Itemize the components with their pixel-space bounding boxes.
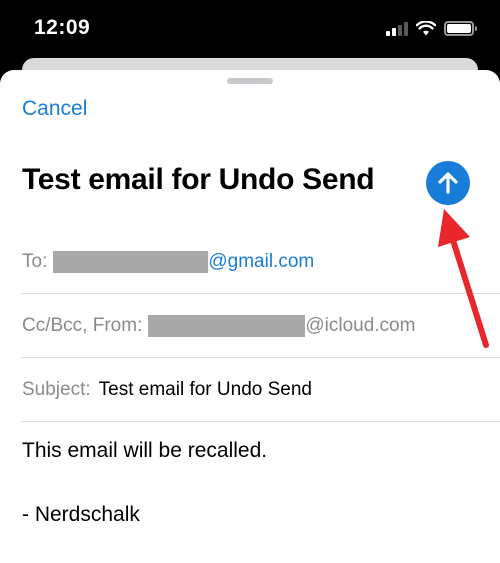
sheet-grabber-handle[interactable] — [227, 78, 273, 84]
send-button[interactable] — [426, 161, 470, 205]
cellular-signal-icon — [386, 21, 408, 36]
ccbcc-from-field[interactable]: Cc/Bcc, From: @icloud.com — [22, 294, 500, 358]
sender-domain: @icloud.com — [305, 314, 416, 336]
status-bar: 12:09 — [0, 0, 500, 60]
recipient-domain[interactable]: @gmail.com — [208, 251, 314, 273]
annotation-arrow — [438, 209, 489, 348]
subject-input[interactable]: Test email for Undo Send — [99, 379, 312, 401]
subject-field[interactable]: Subject: Test email for Undo Send — [22, 358, 500, 422]
redacted-recipient — [53, 250, 209, 273]
redacted-sender — [148, 314, 306, 337]
wifi-icon — [416, 21, 436, 36]
to-label: To: — [22, 250, 48, 272]
compose-sheet: Cancel Test email for Undo Send To: @gma… — [0, 70, 500, 563]
arrow-up-icon — [438, 172, 458, 194]
to-field[interactable]: To: @gmail.com — [22, 230, 500, 294]
battery-icon — [444, 21, 477, 36]
body-line-1[interactable]: This email will be recalled. — [22, 439, 267, 463]
ccbcc-from-label: Cc/Bcc, From: — [22, 314, 143, 336]
status-icons — [386, 21, 477, 36]
cancel-button[interactable]: Cancel — [22, 97, 87, 121]
subject-label: Subject: — [22, 378, 91, 400]
status-time: 12:09 — [34, 16, 91, 39]
body-line-2[interactable]: - Nerdschalk — [22, 503, 140, 527]
compose-title: Test email for Undo Send — [22, 163, 375, 196]
